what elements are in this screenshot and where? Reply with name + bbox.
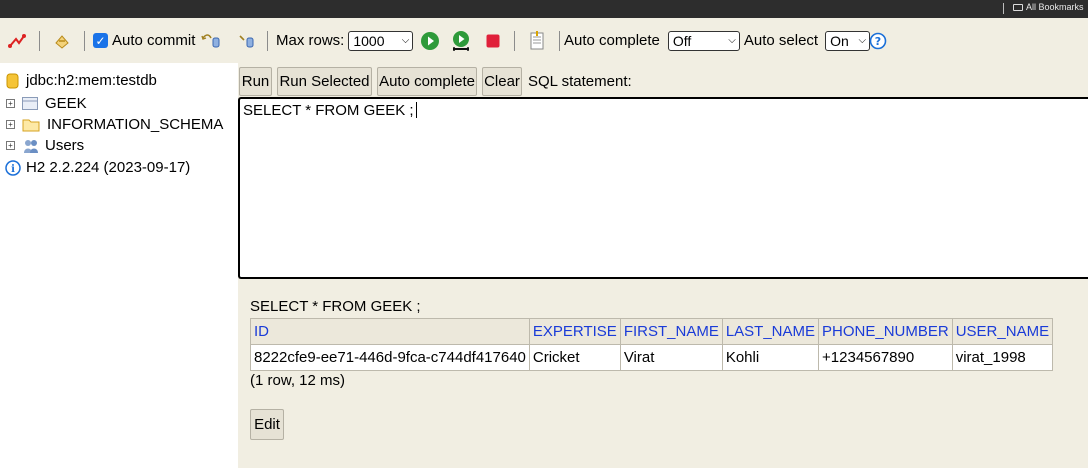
max-rows-label: Max rows: (276, 32, 345, 49)
tree-item-connection[interactable]: jdbc:h2:mem:testdb (6, 72, 157, 89)
rollback-icon (239, 34, 254, 47)
tree-item-label: Users (45, 137, 85, 154)
text-caret (415, 102, 417, 118)
tree-item-label: GEEK (45, 95, 87, 112)
max-rows-select[interactable]: 1000 ⌵ (348, 30, 414, 51)
auto-select-select[interactable]: On ⌵ (825, 30, 871, 51)
tree-item-users[interactable]: + Users (6, 137, 84, 154)
tree-item-geek[interactable]: + GEEK (6, 95, 87, 112)
toolbar-separator (267, 31, 268, 51)
schema-tree: jdbc:h2:mem:testdb + GEEK + INFORMATION_… (0, 63, 238, 468)
stop-button[interactable] (485, 18, 501, 63)
table-header-row: ID EXPERTISE FIRST_NAME LAST_NAME PHONE_… (250, 318, 1054, 345)
expand-icon[interactable]: + (6, 141, 15, 150)
table-cell: +1234567890 (818, 344, 953, 371)
auto-select-value: On (830, 32, 849, 49)
auto-commit-checkbox[interactable]: ✓ (93, 33, 108, 48)
column-header-last-name[interactable]: LAST_NAME (721, 318, 820, 345)
auto-complete-label: Auto complete (564, 32, 660, 49)
expand-icon[interactable]: + (6, 120, 15, 129)
column-header-phone-number[interactable]: PHONE_NUMBER (818, 318, 953, 345)
history-button[interactable] (527, 18, 547, 63)
result-query-text: SELECT * FROM GEEK ; (250, 298, 421, 315)
all-bookmarks-button[interactable]: All Bookmarks (1013, 2, 1084, 12)
help-button[interactable]: ? (869, 18, 887, 63)
column-header-expertise[interactable]: EXPERTISE (528, 318, 621, 345)
auto-complete-select[interactable]: Off ⌵ (667, 30, 740, 51)
run-selected-query-button[interactable]: Run Selected (277, 67, 372, 96)
svg-text:?: ? (875, 35, 881, 48)
sql-editor[interactable]: SELECT * FROM GEEK ; (238, 97, 1088, 279)
table-row: 8222cfe9-ee71-446d-9fca-c744df417640 Cri… (250, 344, 1054, 371)
query-panel: Run Run Selected Auto complete Clear SQL… (238, 63, 1088, 468)
table-cell: Kohli (721, 344, 820, 371)
run-selected-button[interactable] (450, 18, 472, 63)
refresh-icon (55, 34, 69, 49)
expand-icon[interactable]: + (6, 99, 15, 108)
table-cell: 8222cfe9-ee71-446d-9fca-c744df417640 (250, 344, 530, 371)
connection-label: jdbc:h2:mem:testdb (26, 72, 157, 89)
toolbar: ✓ Auto commit Max rows: 1000 ⌵ Auto comp… (0, 18, 1088, 63)
folder-icon (1013, 3, 1023, 11)
chevron-down-icon: ⌵ (858, 35, 867, 46)
play-icon (421, 31, 439, 50)
history-icon (530, 30, 544, 49)
tree-item-label: INFORMATION_SCHEMA (47, 116, 224, 133)
toolbar-separator (514, 31, 515, 51)
toolbar-separator (559, 31, 560, 51)
column-header-id[interactable]: ID (250, 318, 530, 345)
run-query-button[interactable]: Run (239, 67, 272, 96)
rollback-button[interactable] (237, 18, 257, 63)
info-icon: i (5, 159, 21, 176)
bookmarks-separator (1003, 3, 1004, 14)
auto-complete-button[interactable]: Auto complete (377, 67, 477, 96)
column-header-first-name[interactable]: FIRST_NAME (619, 318, 723, 345)
disconnect-icon (8, 33, 26, 48)
chevron-down-icon: ⌵ (401, 35, 410, 46)
table-cell: Cricket (528, 344, 621, 371)
commit-button[interactable] (200, 18, 222, 63)
users-icon (24, 139, 38, 153)
result-table: ID EXPERTISE FIRST_NAME LAST_NAME PHONE_… (250, 318, 1054, 371)
auto-commit-label: Auto commit (112, 32, 196, 49)
disconnect-button[interactable] (7, 18, 27, 63)
sql-statement-label: SQL statement: (528, 73, 632, 90)
table-cell: virat_1998 (951, 344, 1054, 371)
table-icon (22, 97, 38, 110)
sql-editor-text: SELECT * FROM GEEK ; (243, 102, 414, 119)
folder-icon (22, 119, 40, 132)
table-cell: Virat (619, 344, 723, 371)
browser-top-bar: All Bookmarks (0, 0, 1088, 18)
all-bookmarks-label: All Bookmarks (1026, 2, 1084, 12)
version-label: H2 2.2.224 (2023-09-17) (26, 159, 191, 176)
commit-icon (201, 33, 220, 47)
play-selected-icon (453, 30, 469, 51)
help-icon: ? (869, 32, 887, 49)
tree-item-information-schema[interactable]: + INFORMATION_SCHEMA (6, 116, 223, 133)
auto-complete-group: Auto complete Off ⌵ Auto select On ⌵ (564, 18, 871, 63)
max-rows-value: 1000 (353, 32, 385, 49)
run-button[interactable] (420, 18, 440, 63)
max-rows-group: Max rows: 1000 ⌵ (276, 18, 414, 63)
column-header-user-name[interactable]: USER_NAME (951, 318, 1054, 345)
chevron-down-icon: ⌵ (728, 35, 736, 46)
svg-text:i: i (11, 164, 15, 175)
refresh-button[interactable] (52, 18, 72, 63)
auto-commit-toggle[interactable]: ✓ Auto commit (93, 18, 195, 63)
result-summary: (1 row, 12 ms) (250, 372, 346, 389)
toolbar-separator (39, 31, 40, 51)
edit-button[interactable]: Edit (250, 409, 284, 440)
auto-complete-value: Off (672, 32, 692, 49)
auto-select-label: Auto select (743, 32, 819, 49)
stop-icon (486, 34, 500, 47)
tree-item-version: i H2 2.2.224 (2023-09-17) (5, 159, 190, 176)
database-icon (6, 73, 19, 88)
toolbar-separator (84, 31, 85, 51)
clear-button[interactable]: Clear (482, 67, 522, 96)
